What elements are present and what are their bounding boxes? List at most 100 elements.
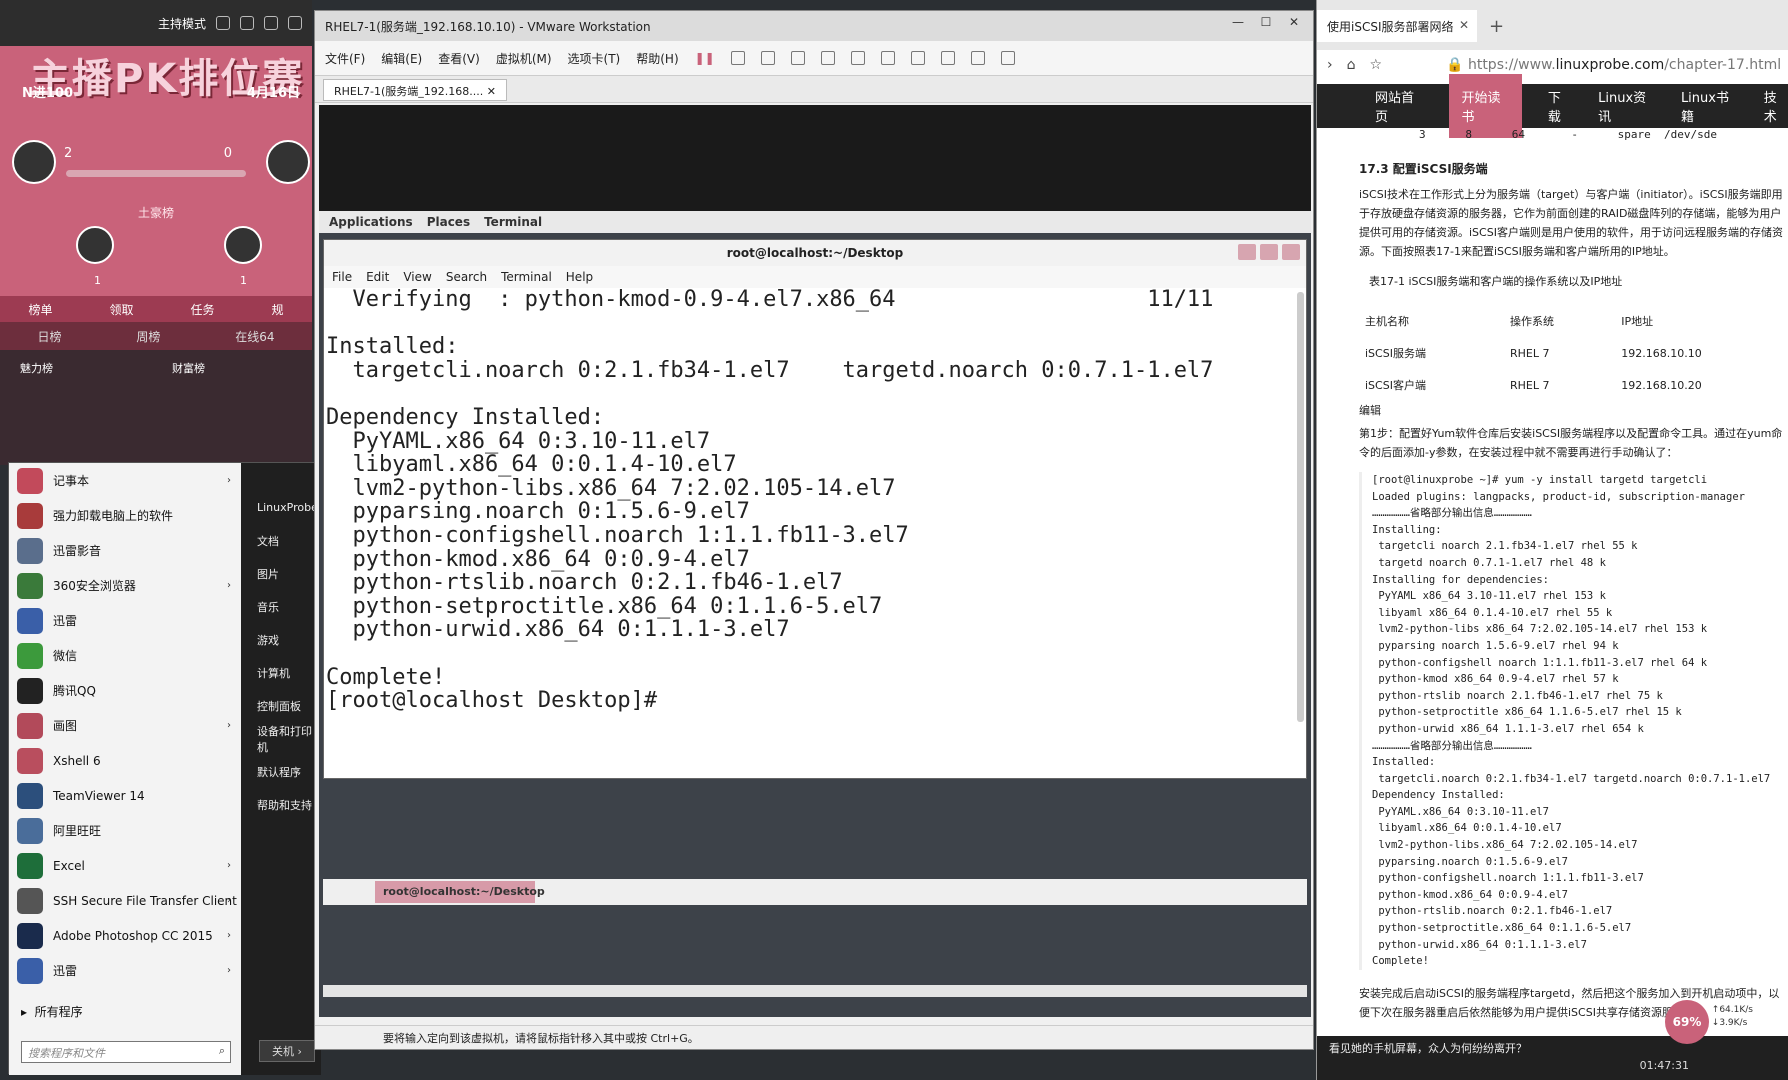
menu-edit[interactable]: 编辑(E) bbox=[381, 50, 422, 67]
menu-file[interactable]: 文件(F) bbox=[325, 50, 365, 67]
maximize-icon[interactable]: ☐ bbox=[1253, 15, 1279, 33]
vm-screen[interactable]: Applications Places Terminal root@localh… bbox=[319, 105, 1311, 1017]
start-menu-place[interactable]: LinuxProbe bbox=[241, 491, 321, 524]
applications-menu[interactable]: Applications bbox=[329, 215, 413, 229]
start-menu-item[interactable]: TeamViewer 14 bbox=[9, 778, 241, 813]
tab-claim[interactable]: 领取 bbox=[109, 301, 133, 318]
stretch-icon[interactable] bbox=[1000, 51, 1015, 65]
start-menu-item[interactable]: 迅雷影音 bbox=[9, 533, 241, 568]
shutdown-button[interactable]: 关机 › bbox=[259, 1040, 315, 1062]
nav-home[interactable]: 网站首页 bbox=[1375, 87, 1423, 125]
terminal-panel-item[interactable]: Terminal bbox=[484, 215, 542, 229]
new-tab-icon[interactable]: + bbox=[1489, 16, 1504, 37]
start-menu-item[interactable]: 腾讯QQ bbox=[9, 673, 241, 708]
start-menu-item[interactable]: 记事本 › bbox=[9, 463, 241, 498]
minimize-icon[interactable] bbox=[264, 16, 278, 30]
start-menu-place[interactable]: 控制面板 bbox=[241, 689, 321, 722]
right-player-avatar[interactable] bbox=[266, 140, 310, 184]
start-menu-item[interactable]: 微信 bbox=[9, 638, 241, 673]
browser-tab[interactable]: 使用iSCSI服务部署网络 ✕ bbox=[1317, 10, 1477, 42]
term-menu-terminal[interactable]: Terminal bbox=[501, 270, 552, 284]
cpu-usage-badge[interactable]: 69% bbox=[1665, 1000, 1709, 1044]
start-menu-place[interactable]: 游戏 bbox=[241, 623, 321, 656]
nav-download[interactable]: 下载 bbox=[1548, 87, 1572, 125]
maximize-icon[interactable] bbox=[1260, 244, 1278, 260]
edit-link[interactable]: 编辑 bbox=[1359, 401, 1788, 420]
places-menu[interactable]: Places bbox=[427, 215, 470, 229]
nav-books[interactable]: Linux书籍 bbox=[1681, 87, 1738, 125]
start-menu-item[interactable]: 迅雷 bbox=[9, 603, 241, 638]
all-programs-button[interactable]: ▸ 所有程序 bbox=[21, 1003, 83, 1020]
share-icon[interactable] bbox=[240, 16, 254, 30]
tab-rules[interactable]: 规 bbox=[271, 301, 283, 318]
vm-hscrollbar[interactable] bbox=[323, 985, 1307, 997]
minimize-icon[interactable]: — bbox=[1225, 15, 1251, 33]
term-menu-view[interactable]: View bbox=[403, 270, 431, 284]
menu-help[interactable]: 帮助(H) bbox=[636, 50, 678, 67]
start-menu-place[interactable]: 默认程序 bbox=[241, 755, 321, 788]
snapshot-manager-icon[interactable] bbox=[820, 51, 835, 65]
left-player-avatar[interactable] bbox=[12, 140, 56, 184]
terminal-window[interactable]: root@localhost:~/Desktop File Edit View … bbox=[323, 239, 1307, 779]
start-search-input[interactable]: 搜索程序和文件 ⌕ bbox=[21, 1041, 231, 1063]
start-menu-item[interactable]: 360安全浏览器 › bbox=[9, 568, 241, 603]
tab-online[interactable]: 在线64 bbox=[235, 328, 274, 345]
wealth-board-label[interactable]: 财富榜 bbox=[172, 360, 205, 376]
start-menu-place[interactable]: 图片 bbox=[241, 557, 321, 590]
top-fan-avatar-1[interactable] bbox=[76, 226, 114, 264]
start-menu-item[interactable]: Xshell 6 bbox=[9, 743, 241, 778]
start-menu-item[interactable]: 强力卸载电脑上的软件 bbox=[9, 498, 241, 533]
close-tab-icon[interactable]: ✕ bbox=[1459, 18, 1469, 32]
code-block[interactable]: [root@linuxprobe ~]# yum -y install targ… bbox=[1359, 472, 1788, 970]
terminal-scrollbar[interactable] bbox=[1297, 292, 1304, 722]
term-menu-edit[interactable]: Edit bbox=[366, 270, 389, 284]
terminal-icon[interactable] bbox=[970, 51, 985, 65]
start-menu-place[interactable]: 音乐 bbox=[241, 590, 321, 623]
top-fan-avatar-2[interactable] bbox=[224, 226, 262, 264]
start-menu-item[interactable]: SSH Secure File Transfer Client › bbox=[9, 883, 241, 918]
tab-weekly[interactable]: 周榜 bbox=[136, 328, 160, 345]
charm-board-label[interactable]: 魅力榜 bbox=[20, 360, 53, 376]
news-notice[interactable]: 看见她的手机屏幕，众人为何纷纷离开？ bbox=[1329, 1040, 1527, 1056]
guest-task-terminal[interactable]: root@localhost:~/Desktop bbox=[375, 881, 545, 903]
start-menu-item[interactable]: 迅雷 › bbox=[9, 953, 241, 988]
fullscreen-icon[interactable] bbox=[910, 51, 925, 65]
menu-view[interactable]: 查看(V) bbox=[438, 50, 480, 67]
vm-tab[interactable]: RHEL7-1(服务端_192.168.... ✕ bbox=[323, 79, 507, 101]
start-menu-item[interactable]: Adobe Photoshop CC 2015 › bbox=[9, 918, 241, 953]
tab-daily[interactable]: 日榜 bbox=[37, 328, 61, 345]
favorite-icon[interactable]: ☆ bbox=[1370, 57, 1383, 73]
minimize-icon[interactable] bbox=[1238, 244, 1256, 260]
tab-task[interactable]: 任务 bbox=[190, 301, 214, 318]
close-icon[interactable] bbox=[1282, 244, 1300, 260]
start-menu-item[interactable]: 阿里旺旺 bbox=[9, 813, 241, 848]
settings-icon[interactable] bbox=[216, 16, 230, 30]
nav-tech[interactable]: 技术 bbox=[1764, 87, 1788, 125]
unity-icon[interactable] bbox=[940, 51, 955, 65]
console-view-icon[interactable] bbox=[880, 51, 895, 65]
term-menu-file[interactable]: File bbox=[332, 270, 352, 284]
library-view-icon[interactable] bbox=[850, 51, 865, 65]
term-menu-help[interactable]: Help bbox=[566, 270, 593, 284]
menu-tabs[interactable]: 选项卡(T) bbox=[568, 50, 621, 67]
nav-news[interactable]: Linux资讯 bbox=[1598, 87, 1655, 125]
close-icon[interactable]: ✕ bbox=[1281, 15, 1307, 33]
close-icon[interactable] bbox=[288, 16, 302, 30]
pause-icon[interactable]: ❚❚ bbox=[695, 51, 715, 65]
forward-icon[interactable]: › bbox=[1327, 57, 1333, 73]
snapshot-icon[interactable] bbox=[760, 51, 775, 65]
menu-vm[interactable]: 虚拟机(M) bbox=[496, 50, 552, 67]
start-menu-place[interactable]: 设备和打印机 bbox=[241, 722, 321, 755]
start-menu-item[interactable]: Excel › bbox=[9, 848, 241, 883]
send-keys-icon[interactable] bbox=[730, 51, 745, 65]
revert-snapshot-icon[interactable] bbox=[790, 51, 805, 65]
url-field[interactable]: 🔒 https://www.linuxprobe.com/chapter-17.… bbox=[1446, 57, 1781, 73]
term-menu-search[interactable]: Search bbox=[446, 270, 487, 284]
start-menu-place[interactable]: 帮助和支持 bbox=[241, 788, 321, 821]
start-menu-item[interactable]: 画图 › bbox=[9, 708, 241, 743]
home-icon[interactable]: ⌂ bbox=[1347, 57, 1356, 73]
start-menu-place[interactable]: 计算机 bbox=[241, 656, 321, 689]
tab-list[interactable]: 榜单 bbox=[28, 301, 52, 318]
terminal-output[interactable]: Verifying : python-kmod-0.9-4.el7.x86_64… bbox=[324, 288, 1289, 778]
start-menu-place[interactable]: 文档 bbox=[241, 524, 321, 557]
